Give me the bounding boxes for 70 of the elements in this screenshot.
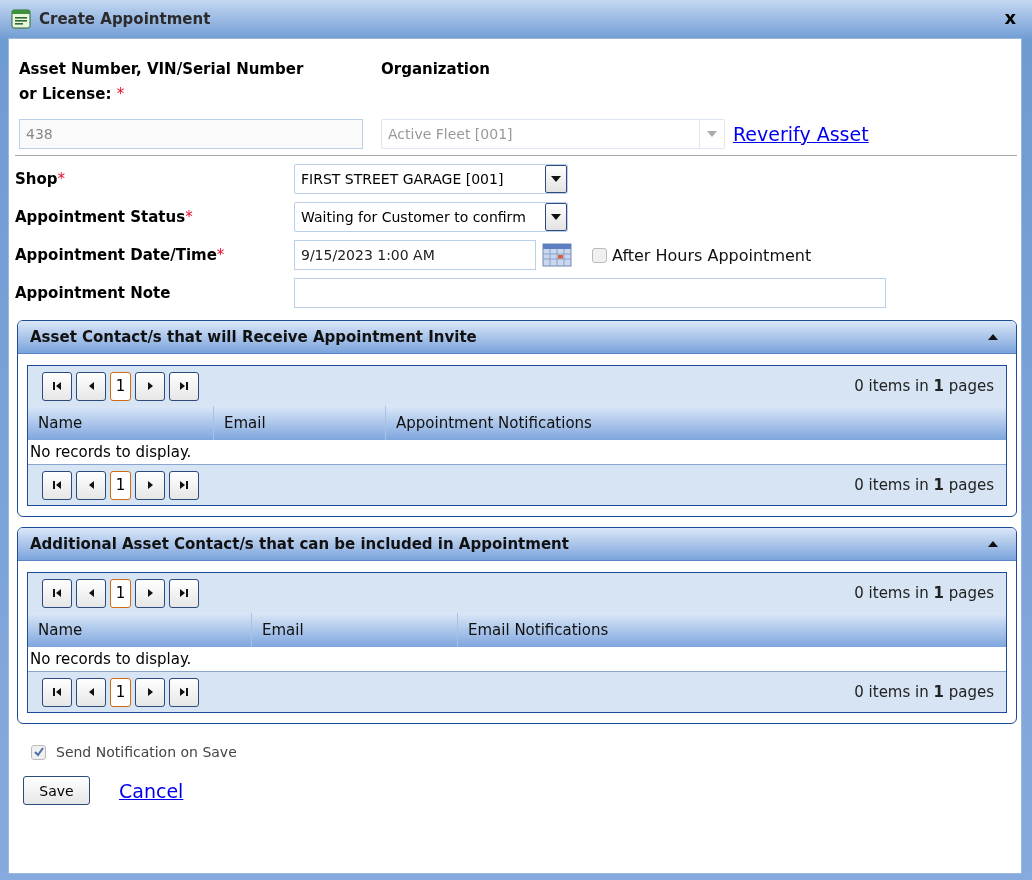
dropdown-field[interactable]: FIRST STREET GARAGE [001]: [294, 164, 568, 194]
first-page-icon: [53, 382, 61, 390]
next-page-icon: [147, 382, 153, 390]
save-button[interactable]: Save: [23, 776, 90, 805]
last-page-button[interactable]: [169, 470, 199, 500]
page-number-button[interactable]: 1: [110, 677, 131, 707]
empty-message: No records to display.: [28, 647, 1006, 672]
page-summary: 0 items in 1 pages: [854, 683, 994, 701]
next-page-button[interactable]: [135, 677, 165, 707]
next-page-button[interactable]: [135, 470, 165, 500]
first-page-button[interactable]: [42, 371, 72, 401]
first-page-icon: [53, 589, 61, 597]
column-header[interactable]: Email Notifications: [458, 613, 1006, 647]
last-page-button[interactable]: [169, 677, 199, 707]
page-summary: 0 items in 1 pages: [854, 377, 994, 395]
first-page-icon: [53, 688, 61, 696]
last-page-button[interactable]: [169, 371, 199, 401]
previous-page-button[interactable]: [76, 371, 106, 401]
last-page-icon: [180, 688, 188, 696]
page-number-button[interactable]: 1: [110, 371, 131, 401]
last-page-button[interactable]: [169, 578, 199, 608]
panel-title: Additional Asset Contact/s that can be included in Appointment: [30, 535, 569, 553]
last-page-icon: [180, 382, 188, 390]
next-page-button[interactable]: [135, 578, 165, 608]
next-page-icon: [147, 688, 153, 696]
page-number-button[interactable]: 1: [110, 578, 131, 608]
organization-label: Organization: [381, 59, 491, 80]
calendar-icon[interactable]: [542, 242, 572, 268]
dropdown-field[interactable]: Waiting for Customer to confirm: [294, 202, 568, 232]
column-header[interactable]: Appointment Notifications: [386, 406, 1006, 440]
page-summary: 0 items in 1 pages: [854, 584, 994, 602]
close-button[interactable]: x: [998, 6, 1022, 32]
previous-page-icon: [88, 589, 94, 597]
checkbox-label: After Hours Appointment: [612, 245, 812, 265]
date-time-field[interactable]: 9/15/2023 1:00 AM: [294, 240, 536, 270]
first-page-button[interactable]: [42, 578, 72, 608]
checkbox-label: Send Notification on Save: [56, 744, 237, 760]
caret-icon: [551, 176, 561, 182]
cancel-link[interactable]: Cancel: [119, 779, 184, 802]
previous-page-icon: [88, 382, 94, 390]
collapse-icon[interactable]: [988, 541, 998, 547]
previous-page-icon: [88, 688, 94, 696]
caret-icon: [551, 214, 561, 220]
last-page-icon: [180, 589, 188, 597]
page-summary: 0 items in 1 pages: [854, 476, 994, 494]
previous-page-button[interactable]: [76, 578, 106, 608]
next-page-button[interactable]: [135, 371, 165, 401]
panel-title: Asset Contact/s that will Receive Appointment Invite: [30, 328, 477, 346]
field-label: Appointment Note: [15, 284, 172, 302]
empty-message: No records to display.: [28, 440, 1006, 465]
first-page-button[interactable]: [42, 677, 72, 707]
first-page-icon: [53, 481, 61, 489]
reverify-asset-link[interactable]: Reverify Asset: [733, 123, 869, 145]
form-icon: [11, 9, 31, 29]
previous-page-icon: [88, 481, 94, 489]
first-page-button[interactable]: [42, 470, 72, 500]
next-page-icon: [147, 589, 153, 597]
previous-page-button[interactable]: [76, 470, 106, 500]
next-page-icon: [147, 481, 153, 489]
field-label: Shop*: [15, 170, 67, 188]
collapse-icon[interactable]: [988, 334, 998, 340]
previous-page-button[interactable]: [76, 677, 106, 707]
caret-icon: [707, 131, 717, 137]
note-field[interactable]: [294, 278, 886, 308]
asset-label: Asset Number, VIN/Serial Number or License: *: [19, 59, 305, 105]
page-number-button[interactable]: 1: [110, 470, 131, 500]
last-page-icon: [180, 481, 188, 489]
field-label: Appointment Status*: [15, 208, 194, 226]
window-title: Create Appointment: [39, 10, 212, 28]
field-label: Appointment Date/Time*: [15, 246, 226, 264]
